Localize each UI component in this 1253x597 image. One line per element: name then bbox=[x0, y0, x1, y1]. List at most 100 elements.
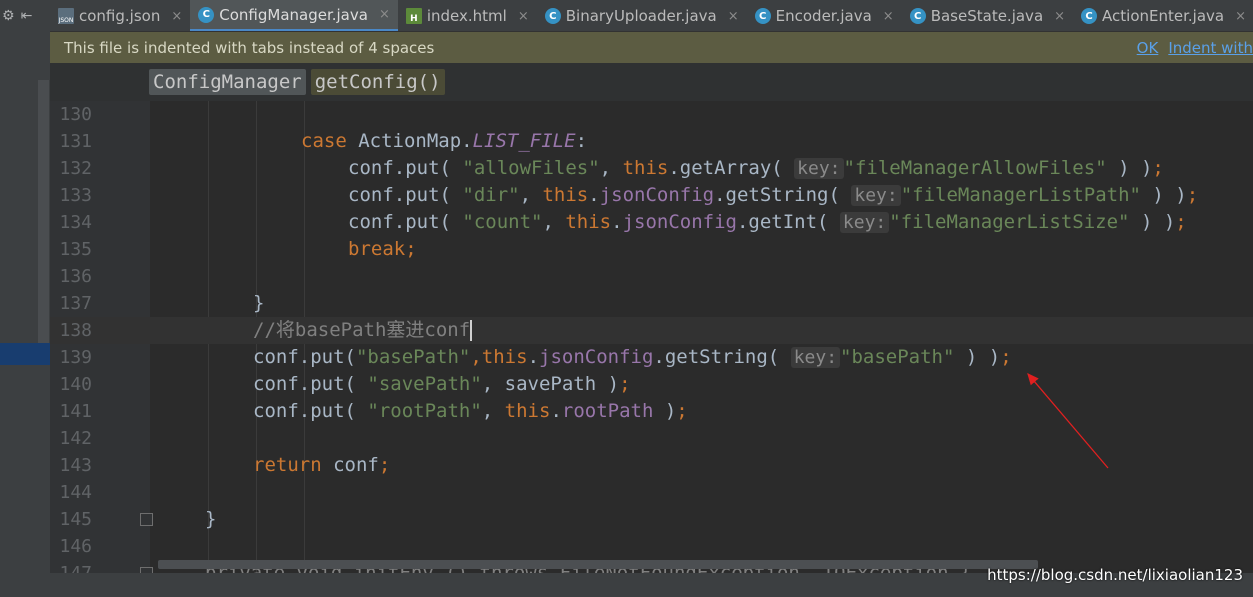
current-code-line: 138 //将basePath塞进conf bbox=[50, 317, 1253, 344]
java-class-icon: C bbox=[754, 8, 771, 24]
java-class-icon: C bbox=[198, 6, 215, 23]
code-text: conf.put( "count", this.jsonConfig.getIn… bbox=[348, 211, 1187, 233]
close-icon[interactable]: × bbox=[518, 9, 529, 24]
collapse-icon[interactable]: ⇤ bbox=[21, 8, 33, 24]
code-text: //将basePath塞进conf bbox=[253, 319, 473, 341]
code-line: 146 bbox=[50, 533, 1253, 560]
line-number: 134 bbox=[59, 212, 92, 233]
line-number: 143 bbox=[59, 455, 92, 476]
code-lines: 130 131 case ActionMap.LIST_FILE: 132 conf… bbox=[50, 101, 1253, 573]
json-file-icon: JSON bbox=[58, 8, 74, 24]
line-number: 140 bbox=[59, 374, 92, 395]
line-number: 131 bbox=[59, 131, 92, 152]
line-number: 133 bbox=[59, 185, 92, 206]
close-icon[interactable]: × bbox=[171, 9, 182, 24]
code-line: 132 conf.put( "allowFiles", this.getArray… bbox=[50, 155, 1253, 182]
code-text: } bbox=[253, 292, 265, 314]
line-number: 145 bbox=[59, 509, 92, 530]
tab-config-json[interactable]: JSON config.json × bbox=[50, 0, 190, 31]
code-line: 143 return conf; bbox=[50, 452, 1253, 479]
close-icon[interactable]: × bbox=[1054, 9, 1065, 24]
code-line: 131 case ActionMap.LIST_FILE: bbox=[50, 128, 1253, 155]
line-number: 144 bbox=[59, 482, 92, 503]
line-number: 137 bbox=[59, 293, 92, 314]
panel-tool-icons: ⚙ ⇤ bbox=[0, 0, 50, 32]
panel-scrollbar[interactable] bbox=[38, 80, 49, 352]
editor-tab-bar: JSON config.json × C ConfigManager.java … bbox=[50, 0, 1253, 32]
project-panel-strip: ⚙ ⇤ bbox=[0, 0, 50, 597]
code-text: conf.put( "rootPath", this.rootPath ); bbox=[253, 400, 688, 422]
code-line: 141 conf.put( "rootPath", this.rootPath )… bbox=[50, 398, 1253, 425]
breadcrumb-method[interactable]: getConfig() bbox=[310, 69, 445, 95]
tab-label: BinaryUploader.java bbox=[565, 7, 717, 25]
tab-basestate-java[interactable]: C BaseState.java × bbox=[902, 0, 1073, 31]
param-hint: key: bbox=[790, 347, 841, 368]
code-editor[interactable]: 130 131 case ActionMap.LIST_FILE: 132 conf… bbox=[50, 101, 1253, 573]
line-number: 142 bbox=[59, 428, 92, 449]
code-text: conf.put( "dir", this.jsonConfig.getStri… bbox=[348, 184, 1199, 206]
tab-label: Encoder.java bbox=[775, 7, 872, 25]
code-line: 134 conf.put( "count", this.jsonConfig.ge… bbox=[50, 209, 1253, 236]
close-icon[interactable]: × bbox=[379, 7, 390, 22]
code-line: 137} bbox=[50, 290, 1253, 317]
notice-actions: OK Indent with bbox=[1137, 32, 1253, 63]
tab-binaryuploader-java[interactable]: C BinaryUploader.java × bbox=[537, 0, 747, 31]
line-number: 136 bbox=[59, 266, 92, 287]
horizontal-scrollbar[interactable] bbox=[158, 560, 1038, 569]
close-icon[interactable]: × bbox=[728, 9, 739, 24]
code-text: conf.put( "allowFiles", this.getArray( k… bbox=[348, 157, 1164, 179]
code-line: 142 bbox=[50, 425, 1253, 452]
close-icon[interactable]: × bbox=[1235, 9, 1246, 24]
code-text: conf.put("basePath",this.jsonConfig.getS… bbox=[253, 346, 1012, 368]
line-number: 139 bbox=[59, 347, 92, 368]
code-text: return conf; bbox=[253, 454, 391, 476]
java-class-icon: C bbox=[1081, 8, 1098, 24]
param-hint: key: bbox=[851, 185, 901, 206]
tab-encoder-java[interactable]: C Encoder.java × bbox=[747, 0, 902, 31]
indent-notification: This file is indented with tabs instead … bbox=[50, 32, 1253, 63]
line-number: 141 bbox=[59, 401, 92, 422]
text-caret bbox=[470, 320, 473, 341]
line-number: 138 bbox=[59, 320, 92, 341]
line-number: 147 bbox=[50, 560, 92, 573]
tab-index-html[interactable]: H index.html × bbox=[398, 0, 537, 31]
selected-tree-row[interactable] bbox=[0, 343, 50, 365]
code-line: 140 conf.put( "savePath", savePath ); bbox=[50, 371, 1253, 398]
line-number: 146 bbox=[59, 536, 92, 557]
close-icon[interactable]: × bbox=[883, 9, 894, 24]
watermark: https://blog.csdn.net/lixiaolian123 bbox=[987, 566, 1243, 584]
fold-marker-icon[interactable] bbox=[140, 513, 153, 526]
tab-label: config.json bbox=[79, 7, 161, 25]
ide-window: ⚙ ⇤ JSON config.json × C ConfigManager.j… bbox=[0, 0, 1253, 597]
line-number: 130 bbox=[59, 104, 92, 125]
code-line: 145} bbox=[50, 506, 1253, 533]
tab-label: ConfigManager.java bbox=[219, 5, 368, 24]
java-class-icon: C bbox=[909, 8, 926, 24]
line-number: 135 bbox=[59, 239, 92, 260]
code-line: 139 conf.put("basePath",this.jsonConfig.g… bbox=[50, 344, 1253, 371]
tab-configmanager-java[interactable]: C ConfigManager.java × bbox=[190, 0, 398, 31]
code-line: 144 bbox=[50, 479, 1253, 506]
breadcrumb-class[interactable]: ConfigManager bbox=[149, 69, 306, 95]
code-text: break; bbox=[348, 238, 417, 260]
code-text: case ActionMap.LIST_FILE: bbox=[301, 130, 588, 152]
code-line: 135 break; bbox=[50, 236, 1253, 263]
notice-message: This file is indented with tabs instead … bbox=[64, 38, 435, 57]
gear-icon[interactable]: ⚙ bbox=[2, 8, 15, 24]
html-file-icon: H bbox=[405, 8, 422, 24]
code-text: conf.put( "savePath", savePath ); bbox=[253, 373, 631, 395]
tab-label: index.html bbox=[426, 7, 507, 25]
line-number: 132 bbox=[59, 158, 92, 179]
java-class-icon: C bbox=[544, 8, 561, 24]
param-hint: key: bbox=[839, 212, 890, 233]
param-hint: key: bbox=[794, 158, 844, 179]
breadcrumb: ConfigManager getConfig() bbox=[50, 63, 1253, 101]
tab-actionenter-java[interactable]: C ActionEnter.java × bbox=[1073, 0, 1253, 31]
tab-label: ActionEnter.java bbox=[1102, 7, 1225, 25]
code-line: 130 bbox=[50, 101, 1253, 128]
tab-label: BaseState.java bbox=[930, 7, 1044, 25]
indent-with-link[interactable]: Indent with bbox=[1168, 39, 1253, 57]
code-line: 133 conf.put( "dir", this.jsonConfig.getS… bbox=[50, 182, 1253, 209]
ok-link[interactable]: OK bbox=[1137, 39, 1159, 57]
code-line: 136 bbox=[50, 263, 1253, 290]
